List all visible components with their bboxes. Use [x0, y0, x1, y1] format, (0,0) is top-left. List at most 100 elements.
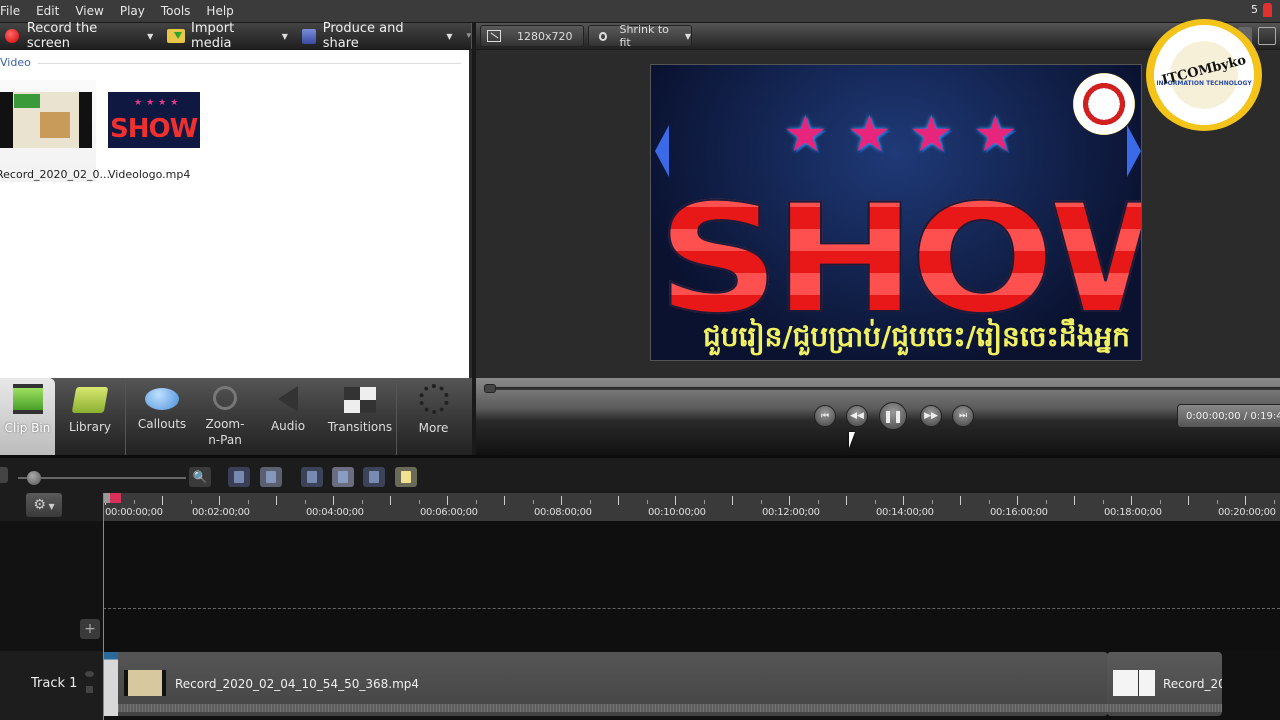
- clip-bin-item[interactable]: ★★★★ SHOW Videologo.mp4: [108, 80, 208, 181]
- previous-clip-button[interactable]: ⏮: [814, 405, 836, 427]
- editing-dimensions-button[interactable]: 1280x720: [480, 25, 584, 47]
- ruler-major-tick: [903, 496, 904, 505]
- time-display: 0:00:00;00 / 0:19:42: [1177, 404, 1280, 428]
- ruler-minor-tick: [703, 500, 705, 504]
- clip-transition-segment[interactable]: [103, 652, 118, 716]
- fast-forward-icon: ▶▶: [924, 411, 938, 421]
- clip-name: Record_2020_02_0...: [0, 168, 110, 181]
- clip-bin-panel: Video Record_2020_02_0... ★★★★ SHOW Vide…: [0, 50, 472, 378]
- video-frame[interactable]: ★ ★ ★ ★ SHOW ជួបរៀន/ជួបប្រាប់/ជួបចេះ/រៀន…: [650, 64, 1142, 361]
- ruler-major-tick: [1131, 496, 1132, 505]
- pause-button[interactable]: ❚❚: [879, 402, 907, 430]
- fullscreen-icon[interactable]: [1258, 27, 1276, 45]
- import-media-label: Import media: [191, 21, 235, 51]
- ruler-minor-tick: [304, 500, 306, 504]
- tab-callouts[interactable]: Callouts: [126, 378, 198, 455]
- ruler-minor-tick: [874, 500, 876, 504]
- menu-edit[interactable]: Edit: [28, 0, 67, 22]
- zoom-out-icon[interactable]: [0, 467, 8, 483]
- playhead-handle[interactable]: [103, 493, 121, 503]
- paste-button[interactable]: [395, 467, 417, 487]
- rewind-button[interactable]: ◀◀: [846, 405, 868, 427]
- timeline-settings-button[interactable]: ⚙ ▼: [26, 493, 62, 517]
- timeline-zoom-slider[interactable]: [18, 477, 186, 479]
- toolbar-overflow-icon[interactable]: ▾: [466, 31, 471, 41]
- ruler-minor-tick: [390, 496, 391, 505]
- ruler-minor-tick: [988, 500, 990, 504]
- produce-icon: [301, 28, 316, 44]
- star-icon: ★: [909, 105, 954, 163]
- emblem-logo: [1073, 73, 1135, 135]
- cut-button[interactable]: [301, 467, 323, 487]
- ruler-minor-tick: [1159, 500, 1161, 504]
- menu-view[interactable]: View: [67, 0, 111, 22]
- ruler-minor-tick: [1074, 496, 1075, 505]
- tab-clip-bin[interactable]: Clip Bin: [0, 378, 55, 455]
- clip-name: Record_2020_02_04_10_54_50_368.mp4: [175, 677, 420, 691]
- video-section-header: Video: [0, 56, 31, 69]
- menu-file[interactable]: File: [0, 0, 28, 22]
- show-title: SHOW: [656, 184, 1141, 336]
- star-icon: ★: [783, 105, 828, 163]
- ruler-label: 00:10:00;00: [648, 507, 706, 518]
- tab-zoom-n-pan[interactable]: Zoom-n-Pan: [198, 378, 252, 455]
- ruler-minor-tick: [162, 496, 163, 505]
- timeline-clip[interactable]: Record_20: [1107, 652, 1222, 716]
- menu-tools[interactable]: Tools: [153, 0, 199, 22]
- scrub-handle[interactable]: [484, 384, 496, 393]
- undo-button[interactable]: [228, 467, 250, 487]
- zoom-in-icon[interactable]: 🔍: [189, 467, 211, 487]
- produce-share-button[interactable]: Produce and share ▼: [301, 21, 452, 51]
- tab-more[interactable]: More: [397, 378, 470, 455]
- record-screen-button[interactable]: Record the screen ▼: [0, 21, 153, 51]
- menu-help[interactable]: Help: [198, 0, 241, 22]
- star-icons: ★★★★: [134, 98, 183, 108]
- track-header: Track 1: [0, 651, 103, 720]
- magnifier-icon: [213, 386, 237, 410]
- tab-transitions[interactable]: Transitions: [324, 378, 396, 455]
- ruler-minor-tick: [1216, 500, 1218, 504]
- fast-forward-button[interactable]: ▶▶: [920, 405, 942, 427]
- tab-label: Callouts: [137, 417, 187, 431]
- ruler-label: 00:04:00;00: [306, 507, 364, 518]
- chevron-down-icon: ▼: [147, 31, 154, 41]
- ruler-minor-tick: [247, 500, 249, 504]
- lock-icon[interactable]: [86, 686, 93, 693]
- ruler-minor-tick: [846, 496, 847, 505]
- ruler-minor-tick: [931, 500, 933, 504]
- menu-play[interactable]: Play: [112, 0, 153, 22]
- ruler-minor-tick: [589, 500, 591, 504]
- tab-label: Clip Bin: [4, 421, 51, 435]
- timeline-ruler[interactable]: 00:00:00;00 00:02:00;00 00:04:00;00 00:06:0…: [103, 493, 1280, 521]
- scrub-track[interactable]: [484, 387, 1280, 390]
- zoom-mode-dropdown[interactable]: Shrink to fit ▼: [588, 23, 692, 49]
- eye-icon[interactable]: [85, 671, 94, 677]
- track-label: Track 1: [31, 676, 78, 691]
- chevron-decoration: [655, 125, 669, 177]
- tab-label: Zoom-n-Pan: [205, 417, 245, 447]
- timeline-clip[interactable]: Record_2020_02_04_10_54_50_368.mp4: [118, 652, 1108, 716]
- tab-audio[interactable]: Audio: [252, 378, 324, 455]
- speaker-icon: [278, 386, 298, 412]
- ruler-minor-tick: [1188, 496, 1189, 505]
- copy-button[interactable]: [363, 467, 385, 487]
- next-clip-button[interactable]: ⏭: [952, 405, 974, 427]
- tab-library[interactable]: Library: [55, 378, 125, 455]
- task-tabs: Clip Bin Library Callouts Zoom-n-Pan Aud…: [0, 378, 472, 455]
- timeline-toolbar: 🔍: [0, 455, 1280, 493]
- clip-bin-item[interactable]: Record_2020_02_0...: [0, 80, 110, 182]
- ruler-minor-tick: [732, 496, 733, 505]
- redo-button[interactable]: [260, 467, 282, 487]
- tab-label: More: [418, 421, 449, 435]
- split-button[interactable]: [332, 467, 354, 487]
- ruler-minor-tick: [418, 500, 420, 504]
- ruler-minor-tick: [532, 500, 534, 504]
- notification-flag-icon[interactable]: [1263, 3, 1272, 17]
- ruler-major-tick: [561, 496, 562, 505]
- clip-thumbnail: [0, 92, 92, 148]
- add-track-button[interactable]: +: [80, 619, 100, 639]
- ruler-minor-tick: [1045, 500, 1047, 504]
- import-media-button[interactable]: Import media ▼: [167, 21, 288, 51]
- zoom-slider-thumb[interactable]: [27, 471, 41, 485]
- dimensions-label: 1280x720: [517, 29, 573, 43]
